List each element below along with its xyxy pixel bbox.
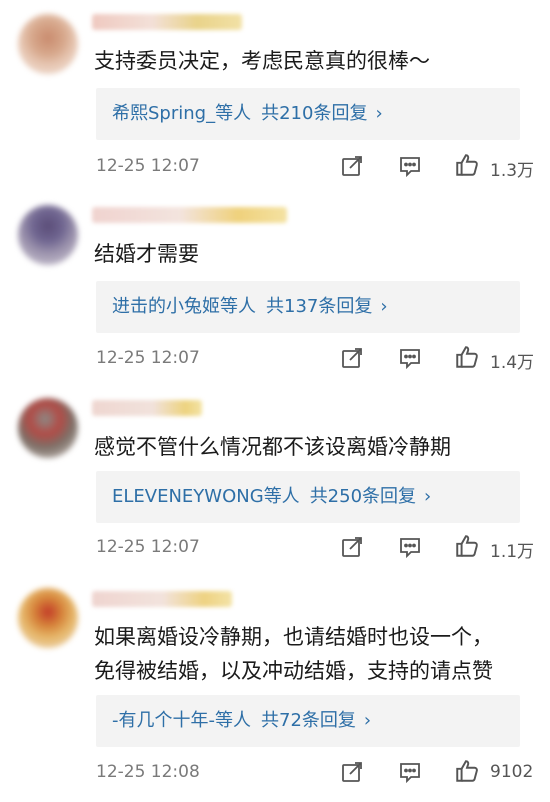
timestamp: 12-25 12:07 — [96, 156, 200, 176]
thumbs-up-icon[interactable] — [454, 152, 480, 178]
reply-suffix: 等人 — [263, 486, 300, 507]
timestamp: 12-25 12:07 — [96, 537, 200, 557]
comment-text: 结婚才需要 — [94, 242, 199, 266]
timestamp: 12-25 12:08 — [96, 762, 200, 782]
avatar[interactable] — [18, 14, 78, 74]
reply-count: 共137条回复 — [266, 296, 373, 317]
comment-text-line: 如果离婚设冷静期，也请结婚时也设一个， — [94, 625, 493, 649]
reply-users: 进击的小兔姬 — [112, 296, 220, 317]
timestamp: 12-25 12:07 — [96, 348, 200, 368]
comment-icon[interactable] — [398, 154, 422, 178]
comment-icon[interactable] — [398, 346, 422, 370]
avatar[interactable] — [18, 398, 78, 458]
reply-count: 共72条回复 — [261, 710, 356, 731]
like-count: 1.1万 — [490, 542, 535, 562]
username-blurred[interactable] — [92, 14, 242, 30]
username-blurred[interactable] — [92, 207, 287, 223]
comment-text: 感觉不管什么情况都不该设离婚冷静期 — [94, 435, 451, 459]
username-blurred[interactable] — [92, 400, 202, 416]
reply-suffix: 等人 — [215, 103, 252, 124]
reply-count: 共250条回复 — [309, 486, 417, 507]
comment-text-line: 免得被结婚，以及冲动结婚，支持的请点赞 — [94, 659, 493, 683]
chevron-right-icon: › — [375, 103, 383, 124]
like-count: 1.3万 — [490, 161, 535, 181]
share-icon[interactable] — [340, 154, 364, 178]
avatar[interactable] — [18, 588, 78, 648]
thumbs-up-icon[interactable] — [454, 344, 480, 370]
replies-link[interactable]: 进击的小兔姬等人 共137条回复 › — [96, 281, 520, 333]
comment-text: 支持委员决定，考虑民意真的很棒～ — [94, 49, 430, 73]
comment-icon[interactable] — [398, 535, 422, 559]
chevron-right-icon: › — [380, 296, 388, 317]
comment-text: 如果离婚设冷静期，也请结婚时也设一个， 免得被结婚，以及冲动结婚，支持的请点赞 — [94, 620, 534, 688]
comment-icon[interactable] — [398, 760, 422, 784]
reply-suffix: 等人 — [215, 710, 251, 731]
thumbs-up-icon[interactable] — [454, 758, 480, 784]
like-count: 9102 — [490, 762, 534, 782]
reply-count: 共210条回复 — [261, 103, 368, 124]
reply-users: 希熙Spring_ — [112, 103, 216, 124]
share-icon[interactable] — [340, 760, 364, 784]
reply-users: ELEVENEYWONG — [112, 486, 264, 507]
replies-link[interactable]: -有几个十年-等人 共72条回复 › — [96, 695, 520, 747]
reply-suffix: 等人 — [220, 296, 256, 317]
thumbs-up-icon[interactable] — [454, 533, 480, 559]
replies-link[interactable]: ELEVENEYWONG等人 共250条回复 › — [96, 471, 520, 523]
replies-link[interactable]: 希熙Spring_等人 共210条回复 › — [96, 88, 520, 140]
reply-users: -有几个十年- — [112, 710, 215, 731]
share-icon[interactable] — [340, 346, 364, 370]
chevron-right-icon: › — [424, 486, 432, 507]
like-count: 1.4万 — [490, 353, 535, 373]
avatar[interactable] — [18, 205, 78, 265]
username-blurred[interactable] — [92, 591, 232, 607]
chevron-right-icon: › — [363, 710, 372, 731]
share-icon[interactable] — [340, 535, 364, 559]
